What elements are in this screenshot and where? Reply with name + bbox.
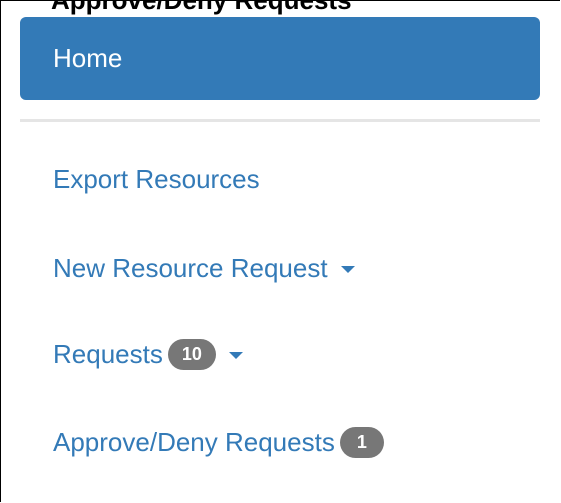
nav-item-new-resource-request[interactable]: New Resource Request <box>53 253 355 284</box>
partial-heading: Approve/Deny Requests <box>51 0 352 15</box>
nav-item-home[interactable]: Home <box>20 17 540 100</box>
nav-item-requests-label: Requests <box>53 339 163 369</box>
nav-frame: Approve/Deny Requests Home Export Resour… <box>0 0 560 502</box>
requests-count-badge: 10 <box>167 339 216 370</box>
nav-item-approve-deny-requests[interactable]: Approve/Deny Requests 1 <box>53 427 384 458</box>
nav-item-approve-deny-requests-label: Approve/Deny Requests <box>53 427 335 457</box>
nav-item-export-resources-label: Export Resources <box>53 164 260 194</box>
caret-down-icon <box>340 266 355 273</box>
nav-item-new-resource-request-label: New Resource Request <box>53 253 328 283</box>
nav-item-requests[interactable]: Requests 10 <box>53 339 243 370</box>
nav-item-home-label: Home <box>53 43 123 73</box>
approve-count-badge: 1 <box>339 427 384 458</box>
nav-item-export-resources[interactable]: Export Resources <box>53 164 260 195</box>
nav-divider <box>20 119 540 122</box>
caret-down-icon <box>228 352 243 359</box>
